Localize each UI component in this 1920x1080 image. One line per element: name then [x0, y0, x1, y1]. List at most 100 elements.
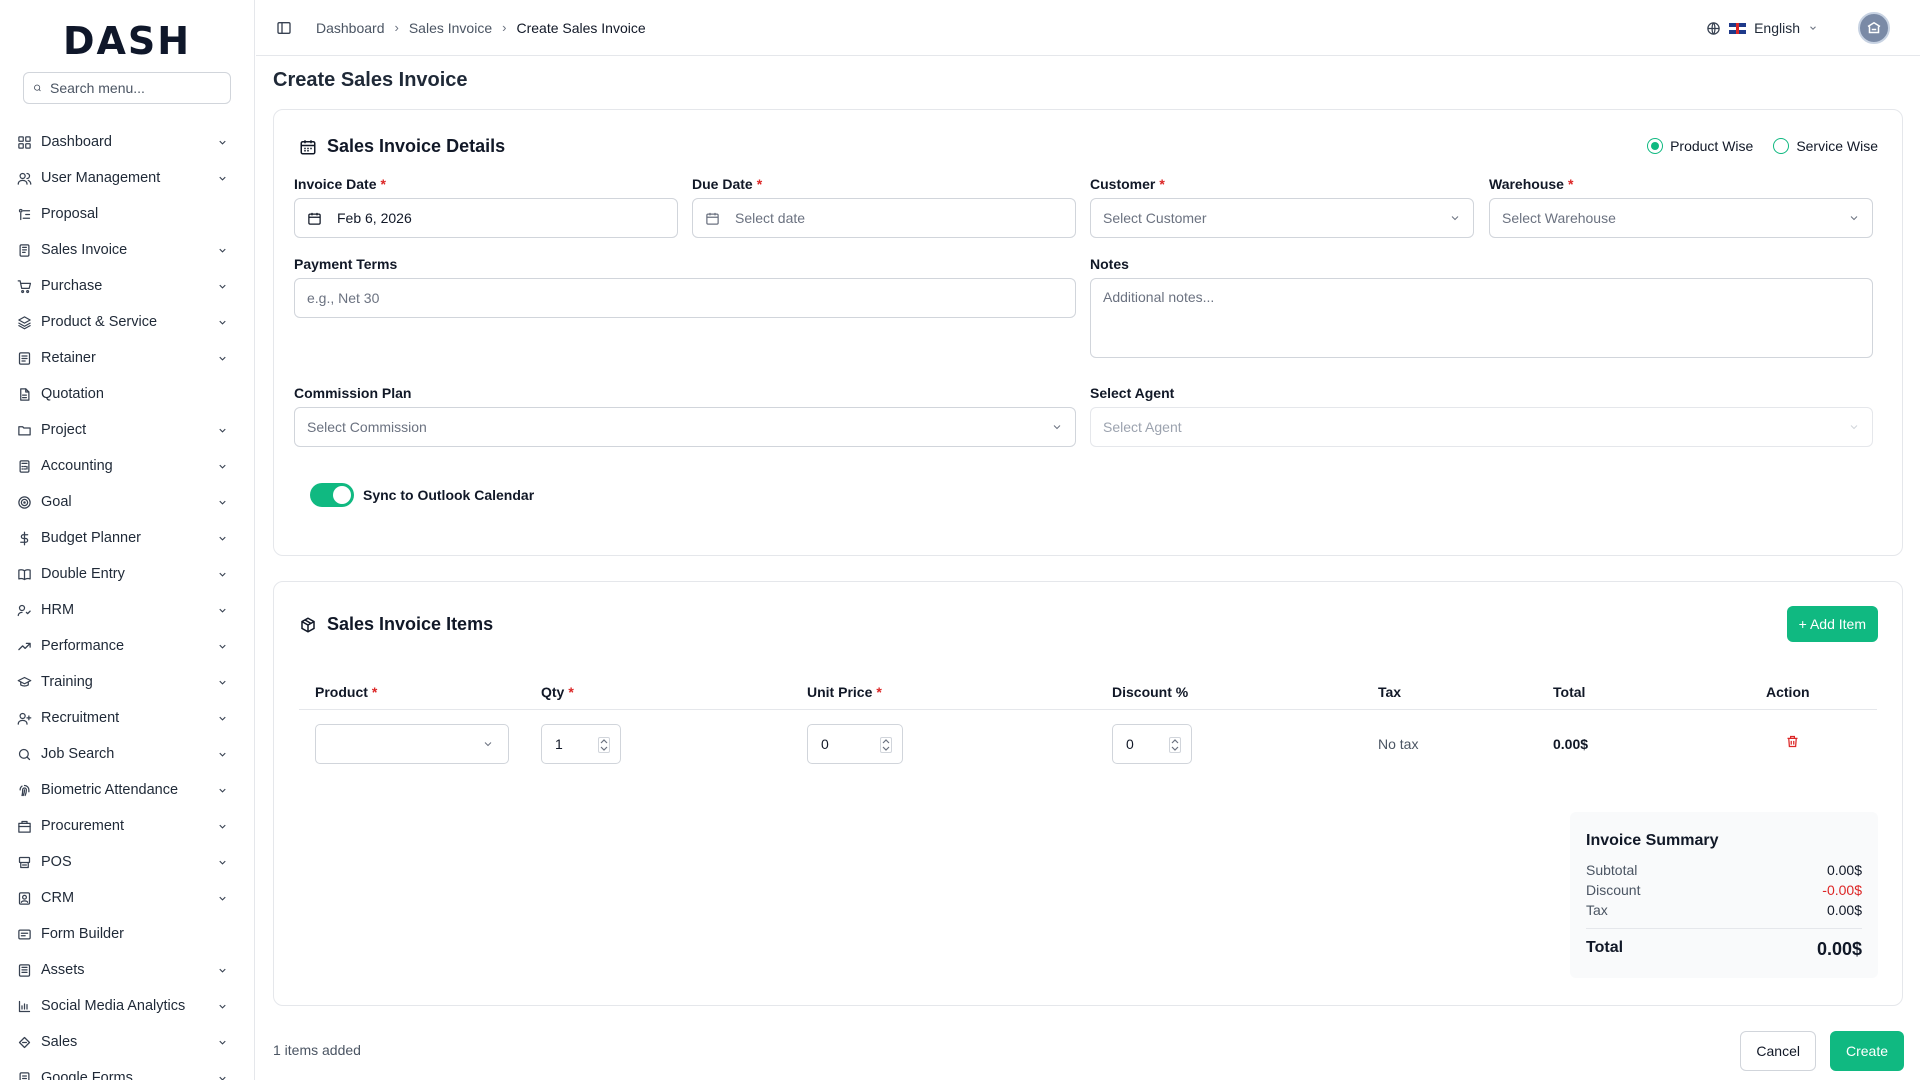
- details-title: Sales Invoice Details: [299, 136, 505, 157]
- chevron-down-icon[interactable]: [216, 856, 228, 868]
- logo[interactable]: DASH: [0, 0, 254, 82]
- breadcrumb-dashboard[interactable]: Dashboard: [316, 20, 385, 36]
- sidebar-item-purchase[interactable]: Purchase: [0, 268, 254, 304]
- sidebar-item-job-search[interactable]: Job Search: [0, 736, 254, 772]
- commission-select[interactable]: Select Commission: [294, 407, 1076, 447]
- stepper-icon[interactable]: [598, 737, 610, 753]
- create-button[interactable]: Create: [1829, 1031, 1904, 1071]
- sidebar-item-google-forms[interactable]: Google Forms: [0, 1060, 254, 1080]
- chevron-down-icon[interactable]: [216, 460, 228, 472]
- invoice-date-field[interactable]: Feb 6, 2026: [294, 198, 678, 238]
- chevron-down-icon[interactable]: [216, 640, 228, 652]
- breadcrumb-sales-invoice[interactable]: Sales Invoice: [409, 20, 492, 36]
- sidebar-item-label: Purchase: [41, 278, 103, 294]
- sync-outlook-toggle[interactable]: [310, 483, 354, 507]
- invoice-type-radios: Product Wise Service Wise: [1647, 138, 1878, 154]
- sidebar-item-label: HRM: [41, 602, 75, 618]
- stepper-icon[interactable]: [1169, 737, 1181, 753]
- chevron-down-icon[interactable]: [216, 136, 228, 148]
- sidebar-item-sales-invoice[interactable]: Sales Invoice: [0, 232, 254, 268]
- calendar-icon: [307, 210, 323, 226]
- sidebar-item-retainer[interactable]: Retainer: [0, 340, 254, 376]
- sidebar-item-form-builder[interactable]: Form Builder: [0, 916, 254, 952]
- sidebar-item-recruitment[interactable]: Recruitment: [0, 700, 254, 736]
- sidebar-item-goal[interactable]: Goal: [0, 484, 254, 520]
- chevron-down-icon[interactable]: [216, 1000, 228, 1012]
- invoice-details-card: Sales Invoice Details Product Wise Servi…: [273, 109, 1903, 556]
- radio-product-wise[interactable]: Product Wise: [1647, 138, 1753, 154]
- avatar[interactable]: [1858, 12, 1890, 44]
- chevron-down-icon[interactable]: [216, 244, 228, 256]
- sidebar-item-procurement[interactable]: Procurement: [0, 808, 254, 844]
- sidebar-toggle-icon[interactable]: [276, 19, 294, 37]
- chevron-down-icon[interactable]: [216, 892, 228, 904]
- sidebar-item-accounting[interactable]: Accounting: [0, 448, 254, 484]
- sidebar-item-assets[interactable]: Assets: [0, 952, 254, 988]
- payment-terms-input[interactable]: e.g., Net 30: [294, 278, 1076, 318]
- sidebar-item-performance[interactable]: Performance: [0, 628, 254, 664]
- sidebar-item-budget-planner[interactable]: Budget Planner: [0, 520, 254, 556]
- chevron-down-icon[interactable]: [216, 784, 228, 796]
- agent-select[interactable]: Select Agent: [1090, 407, 1873, 447]
- add-item-button[interactable]: + Add Item: [1786, 606, 1878, 642]
- sidebar-item-social-media-analytics[interactable]: Social Media Analytics: [0, 988, 254, 1024]
- sidebar-item-user-management[interactable]: User Management: [0, 160, 254, 196]
- col-product: Product *: [315, 684, 378, 700]
- chevron-down-icon[interactable]: [216, 604, 228, 616]
- warehouse-select[interactable]: Select Warehouse: [1489, 198, 1873, 238]
- sidebar-item-training[interactable]: Training: [0, 664, 254, 700]
- product-select[interactable]: [315, 724, 509, 764]
- notes-textarea[interactable]: Additional notes...: [1090, 278, 1873, 358]
- invoice-summary: Invoice Summary Subtotal 0.00$ Discount -0…: [1570, 812, 1878, 978]
- sidebar-item-double-entry[interactable]: Double Entry: [0, 556, 254, 592]
- radio-service-wise[interactable]: Service Wise: [1773, 138, 1878, 154]
- search-input[interactable]: [50, 80, 230, 96]
- unit-price-input[interactable]: 0: [807, 724, 903, 764]
- package-icon: [301, 616, 315, 633]
- chevron-down-icon[interactable]: [216, 964, 228, 976]
- chevron-down-icon[interactable]: [216, 1072, 228, 1080]
- sidebar-item-biometric-attendance[interactable]: Biometric Attendance: [0, 772, 254, 808]
- chevron-down-icon[interactable]: [216, 712, 228, 724]
- sidebar-item-quotation[interactable]: Quotation: [0, 376, 254, 412]
- topbar: Dashboard › Sales Invoice › Create Sales…: [256, 0, 1920, 56]
- discount-input[interactable]: 0: [1112, 724, 1192, 764]
- due-date-field[interactable]: Select date: [692, 198, 1076, 238]
- sidebar-item-hrm[interactable]: HRM: [0, 592, 254, 628]
- chevron-down-icon[interactable]: [216, 676, 228, 688]
- assets-icon: [16, 962, 32, 978]
- stepper-icon[interactable]: [880, 737, 892, 753]
- chevron-down-icon[interactable]: [216, 820, 228, 832]
- qty-input[interactable]: 1: [541, 724, 621, 764]
- chevron-down-icon[interactable]: [216, 496, 228, 508]
- sidebar-item-pos[interactable]: POS: [0, 844, 254, 880]
- customer-select[interactable]: Select Customer: [1090, 198, 1474, 238]
- sidebar-item-project[interactable]: Project: [0, 412, 254, 448]
- sidebar-item-sales[interactable]: Sales: [0, 1024, 254, 1060]
- chevron-down-icon[interactable]: [216, 1036, 228, 1048]
- chevron-down-icon[interactable]: [216, 748, 228, 760]
- chevron-down-icon: [1850, 425, 1858, 430]
- chevron-down-icon[interactable]: [216, 172, 228, 184]
- chevron-down-icon[interactable]: [216, 424, 228, 436]
- search-box: [23, 72, 231, 104]
- logo-text: DASH: [62, 19, 192, 63]
- language-selector[interactable]: English: [1706, 20, 1818, 36]
- sidebar-item-product-service[interactable]: Product & Service: [0, 304, 254, 340]
- sidebar-item-proposal[interactable]: Proposal: [0, 196, 254, 232]
- sidebar-item-dashboard[interactable]: Dashboard: [0, 124, 254, 160]
- page-title: Create Sales Invoice: [273, 69, 468, 91]
- chevron-down-icon[interactable]: [216, 568, 228, 580]
- sidebar-item-label: Social Media Analytics: [41, 998, 186, 1014]
- sidebar-item-crm[interactable]: CRM: [0, 880, 254, 916]
- items-count-text: 1 items added: [273, 1042, 361, 1058]
- grid-icon: [16, 134, 32, 150]
- commission-plan-label: Commission Plan: [294, 385, 412, 401]
- folder-icon: [16, 422, 32, 438]
- chevron-down-icon[interactable]: [216, 280, 228, 292]
- cancel-button[interactable]: Cancel: [1740, 1031, 1816, 1071]
- chevron-down-icon[interactable]: [216, 532, 228, 544]
- chevron-down-icon[interactable]: [216, 316, 228, 328]
- delete-row-icon[interactable]: [1785, 734, 1800, 752]
- chevron-down-icon[interactable]: [216, 352, 228, 364]
